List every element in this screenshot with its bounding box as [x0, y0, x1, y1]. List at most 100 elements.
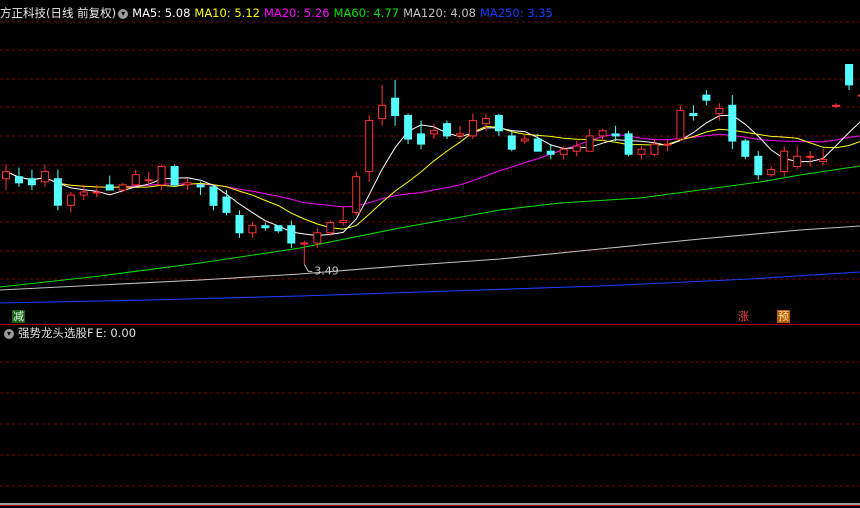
- candle-body: [481, 118, 490, 125]
- ma60-label: MA60: 4.77: [333, 6, 400, 20]
- candle-body: [443, 123, 451, 137]
- candle: [728, 95, 737, 150]
- candle: [806, 151, 815, 167]
- candle-body: [92, 191, 101, 194]
- candle: [209, 184, 218, 211]
- candle: [676, 105, 685, 141]
- candle: [391, 79, 400, 126]
- candle-body: [728, 104, 737, 142]
- candle: [624, 130, 633, 157]
- candle-body: [689, 113, 698, 116]
- candle: [118, 182, 127, 192]
- candle-body: [430, 130, 438, 135]
- candle-body: [209, 186, 218, 206]
- ma250-label: MA250: 3.35: [479, 6, 553, 20]
- candle: [131, 169, 140, 186]
- candle-body: [494, 115, 503, 132]
- candle: [663, 138, 672, 152]
- candle-body: [637, 148, 646, 155]
- candle-body: [767, 169, 776, 176]
- candle-body: [300, 242, 309, 245]
- candle-body: [793, 155, 802, 168]
- stock-title[interactable]: 方正科技(日线 前复权): [0, 6, 116, 20]
- candle-body: [40, 171, 49, 183]
- candle: [520, 133, 529, 145]
- candle: [793, 146, 802, 170]
- price-gridlines: [0, 21, 860, 487]
- reduce-marker[interactable]: 减: [12, 310, 25, 323]
- main-chart-header: 方正科技(日线 前复权) ▾ MA5: 5.08 MA10: 5.12 MA20: 5.…: [0, 4, 557, 22]
- candle-body: [819, 158, 828, 162]
- ma10-label: MA10: 5.12: [194, 6, 260, 20]
- candle: [339, 207, 348, 226]
- candle: [300, 240, 309, 265]
- candle-body: [754, 155, 763, 176]
- candle: [754, 151, 763, 180]
- candle: [702, 90, 711, 106]
- candle-body: [417, 133, 425, 145]
- indicator-header: ▾ 强势龙头选股F E: 0.00: [0, 324, 140, 342]
- candle-body: [832, 104, 841, 107]
- candle-body: [715, 107, 724, 115]
- candle: [66, 192, 75, 213]
- chevron-down-icon[interactable]: ▾: [118, 8, 129, 19]
- candle: [365, 115, 374, 182]
- candle-body: [650, 143, 659, 155]
- chevron-down-icon[interactable]: ▾: [4, 328, 14, 339]
- candle: [845, 64, 854, 90]
- candle-body: [806, 155, 815, 158]
- price-annotations: 6.163.49: [303, 264, 339, 277]
- candle-body: [378, 104, 387, 120]
- candle-body: [287, 225, 296, 244]
- pre-marker[interactable]: 预: [777, 310, 790, 323]
- candle: [546, 144, 555, 160]
- candle-body: [507, 135, 516, 150]
- candle-body: [105, 184, 114, 191]
- ma120-label: MA120: 4.08: [403, 6, 476, 20]
- candle: [352, 171, 361, 216]
- ma5-label: MA5: 5.08: [132, 6, 191, 20]
- candle: [40, 164, 49, 187]
- candle-body: [404, 115, 413, 140]
- candle-body: [365, 120, 374, 173]
- candle-body: [15, 176, 23, 184]
- candle-body: [196, 184, 205, 188]
- candle: [248, 222, 257, 238]
- candle: [689, 105, 698, 121]
- candle: [585, 128, 594, 152]
- candle-body: [780, 150, 789, 173]
- candle: [105, 175, 114, 191]
- candle: [79, 186, 88, 201]
- candle: [222, 189, 231, 216]
- chart-canvas: 6.163.49: [0, 21, 860, 506]
- candle-body: [611, 133, 620, 137]
- candle: [53, 169, 62, 211]
- candle-body: [131, 174, 140, 186]
- candle: [235, 210, 244, 238]
- candle: [274, 225, 283, 233]
- candle-body: [170, 166, 179, 186]
- candle: [27, 169, 36, 190]
- candle: [767, 166, 776, 177]
- annotation-leader: [303, 264, 313, 272]
- candle: [456, 125, 464, 139]
- candle: [507, 130, 516, 152]
- rise-marker[interactable]: 涨: [737, 310, 750, 323]
- candle-body: [27, 178, 36, 186]
- candle-body: [663, 143, 672, 146]
- candle-body: [585, 135, 594, 152]
- indicator-title[interactable]: 强势龙头选股F: [18, 326, 94, 340]
- candle-body: [572, 145, 581, 152]
- candle-body: [468, 120, 477, 137]
- candle: [832, 103, 841, 109]
- candle: [572, 141, 581, 157]
- candle-body: [676, 109, 685, 140]
- candle-body: [66, 194, 75, 206]
- candle: [715, 103, 724, 121]
- candle-body: [339, 220, 348, 224]
- candle-body: [235, 215, 244, 234]
- candle-body: [261, 225, 270, 229]
- candle: [443, 120, 451, 139]
- ma20-label: MA20: 5.26: [263, 6, 330, 20]
- candle: [261, 222, 270, 231]
